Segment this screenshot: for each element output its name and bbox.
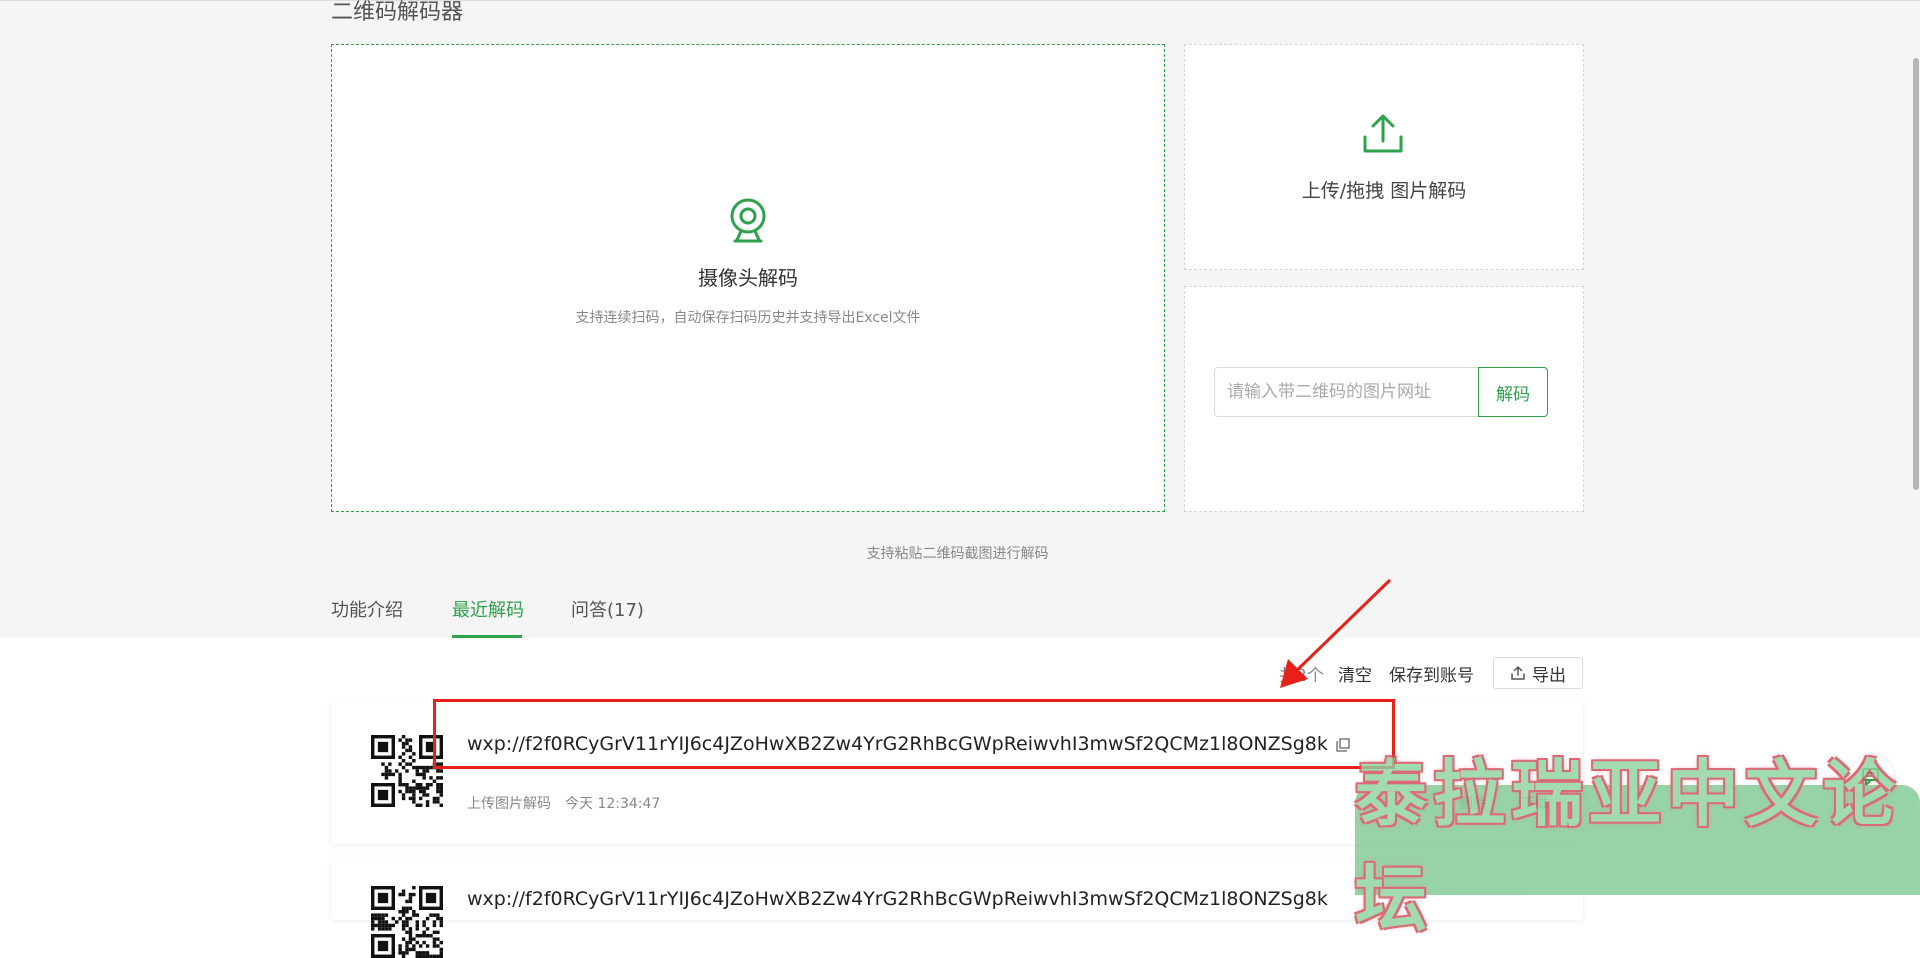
scrollbar-thumb[interactable]	[1913, 58, 1919, 490]
result-meta: 上传图片解码 今天 12:34:47	[467, 793, 660, 813]
save-to-account-button[interactable]: 保存到账号	[1389, 661, 1474, 686]
paste-hint: 支持粘贴二维码截图进行解码	[866, 546, 1049, 562]
copy-icon[interactable]	[1336, 737, 1350, 752]
upload-icon	[1363, 114, 1403, 153]
tab-qa[interactable]: 问答(17)	[571, 596, 644, 622]
decoded-text[interactable]: wxp://f2f0RCyGrV11rYIJ6c4JZoHwXB2Zw4YrG2…	[467, 733, 1350, 755]
image-url-input[interactable]	[1214, 367, 1479, 417]
decoded-text[interactable]: wxp://f2f0RCyGrV11rYIJ6c4JZoHwXB2Zw4YrG2…	[467, 888, 1328, 910]
result-count: 共2个	[1279, 666, 1324, 686]
clear-button[interactable]: 清空	[1338, 661, 1372, 686]
export-label: 导出	[1532, 665, 1566, 685]
active-tab-indicator	[452, 635, 522, 638]
upload-decode-label: 上传/拖拽 图片解码	[1301, 180, 1467, 202]
tab-recent-decodes[interactable]: 最近解码	[452, 596, 524, 622]
result-source: 上传图片解码	[467, 796, 551, 812]
export-button[interactable]: 导出	[1493, 657, 1583, 689]
page-title: 二维码解码器	[331, 0, 464, 25]
decoded-text-value: wxp://f2f0RCyGrV11rYIJ6c4JZoHwXB2Zw4YrG2…	[467, 888, 1328, 910]
decoded-text-value: wxp://f2f0RCyGrV11rYIJ6c4JZoHwXB2Zw4YrG2…	[467, 733, 1328, 755]
webcam-icon	[730, 198, 766, 243]
qr-code-thumbnail	[371, 735, 443, 807]
tab-features[interactable]: 功能介绍	[331, 596, 403, 622]
export-icon	[1511, 666, 1525, 680]
qr-code-thumbnail	[371, 886, 443, 958]
upload-decode-card[interactable]	[1184, 44, 1584, 270]
decode-button[interactable]: 解码	[1478, 367, 1548, 417]
camera-decode-desc: 支持连续扫码，自动保存扫码历史并支持导出Excel文件	[575, 310, 921, 326]
forum-watermark: 泰拉瑞亚中文论坛	[1355, 751, 1920, 941]
camera-decode-title: 摄像头解码	[698, 266, 798, 290]
result-time: 今天 12:34:47	[565, 796, 661, 812]
